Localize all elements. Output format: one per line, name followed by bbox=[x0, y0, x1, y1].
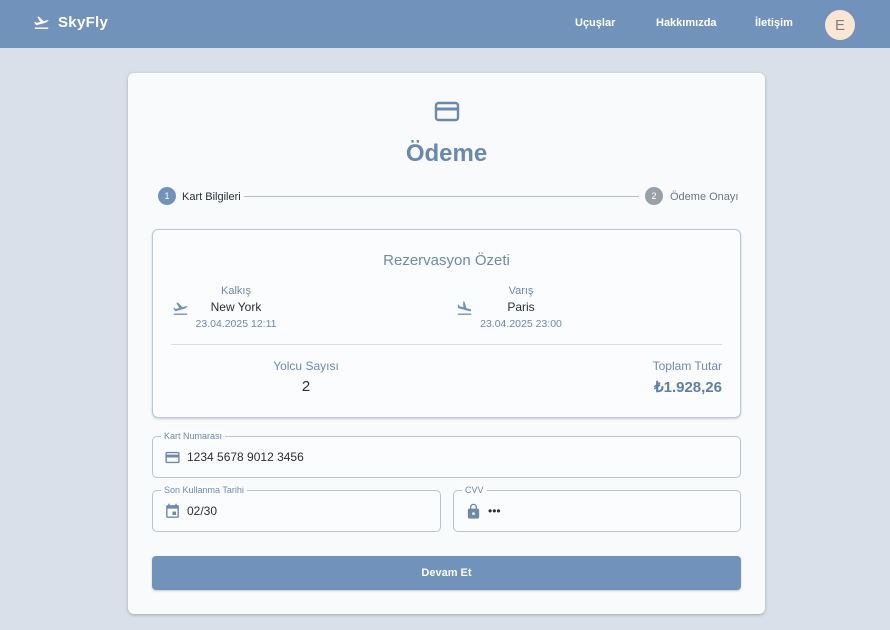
card-number-field[interactable]: Kart Numarası bbox=[152, 431, 741, 478]
nav-link-flights[interactable]: Uçuşlar bbox=[575, 17, 615, 29]
arrival-label: Varış bbox=[508, 285, 534, 297]
step-2-label: Ödeme Onayı bbox=[670, 191, 739, 203]
brand-name: SkyFly bbox=[58, 14, 109, 31]
credit-card-icon bbox=[434, 101, 460, 122]
departure-time: 23.04.2025 12:11 bbox=[195, 318, 277, 330]
arrival-city: Paris bbox=[507, 300, 535, 314]
payment-card: Ödeme 1 Kart Bilgileri 2 Ödeme Onayı Rez… bbox=[128, 73, 765, 614]
passenger-count-label: Yolcu Sayısı bbox=[273, 359, 339, 373]
departure-label: Kalkış bbox=[221, 285, 251, 297]
card-number-input[interactable] bbox=[187, 450, 387, 464]
passenger-count-value: 2 bbox=[301, 378, 311, 395]
lock-icon bbox=[467, 503, 480, 519]
nav-link-contact[interactable]: İletişim bbox=[755, 17, 793, 29]
departure-city: New York bbox=[210, 300, 262, 314]
expiry-date-field[interactable]: Son Kullanma Tarihi bbox=[152, 485, 441, 532]
expiry-date-label: Son Kullanma Tarihi bbox=[161, 485, 247, 495]
arrival-time: 23.04.2025 23:00 bbox=[480, 318, 562, 330]
page-title: Ödeme bbox=[405, 140, 488, 167]
summary-title: Rezervasyon Özeti bbox=[383, 252, 510, 269]
cvv-label: CVV bbox=[462, 485, 487, 495]
credit-card-icon bbox=[165, 451, 180, 464]
step-1-label: Kart Bilgileri bbox=[182, 191, 241, 203]
card-number-label: Kart Numarası bbox=[161, 431, 226, 441]
cvv-field[interactable]: CVV bbox=[453, 485, 741, 532]
stepper-connector bbox=[244, 196, 639, 197]
continue-button[interactable]: Devam Et bbox=[152, 556, 741, 590]
flight-takeoff-icon bbox=[34, 16, 49, 29]
cvv-input[interactable] bbox=[488, 504, 688, 518]
step-1-number: 1 bbox=[158, 187, 176, 205]
brand[interactable]: SkyFly bbox=[33, 14, 108, 31]
total-amount-value: ₺1.928,26 bbox=[654, 379, 722, 396]
nav-link-about[interactable]: Hakkımızda bbox=[656, 17, 717, 29]
total-amount-label: Toplam Tutar bbox=[652, 359, 722, 373]
top-navbar: SkyFly Uçuşlar Hakkımızda İletişim E bbox=[0, 0, 890, 48]
avatar[interactable]: E bbox=[825, 10, 855, 40]
step-2-number: 2 bbox=[645, 187, 663, 205]
summary-divider bbox=[171, 344, 722, 345]
calendar-icon bbox=[166, 503, 179, 518]
reservation-summary: Rezervasyon Özeti Kalkış New York 23.04.… bbox=[152, 229, 741, 418]
expiry-date-input[interactable] bbox=[187, 504, 387, 518]
